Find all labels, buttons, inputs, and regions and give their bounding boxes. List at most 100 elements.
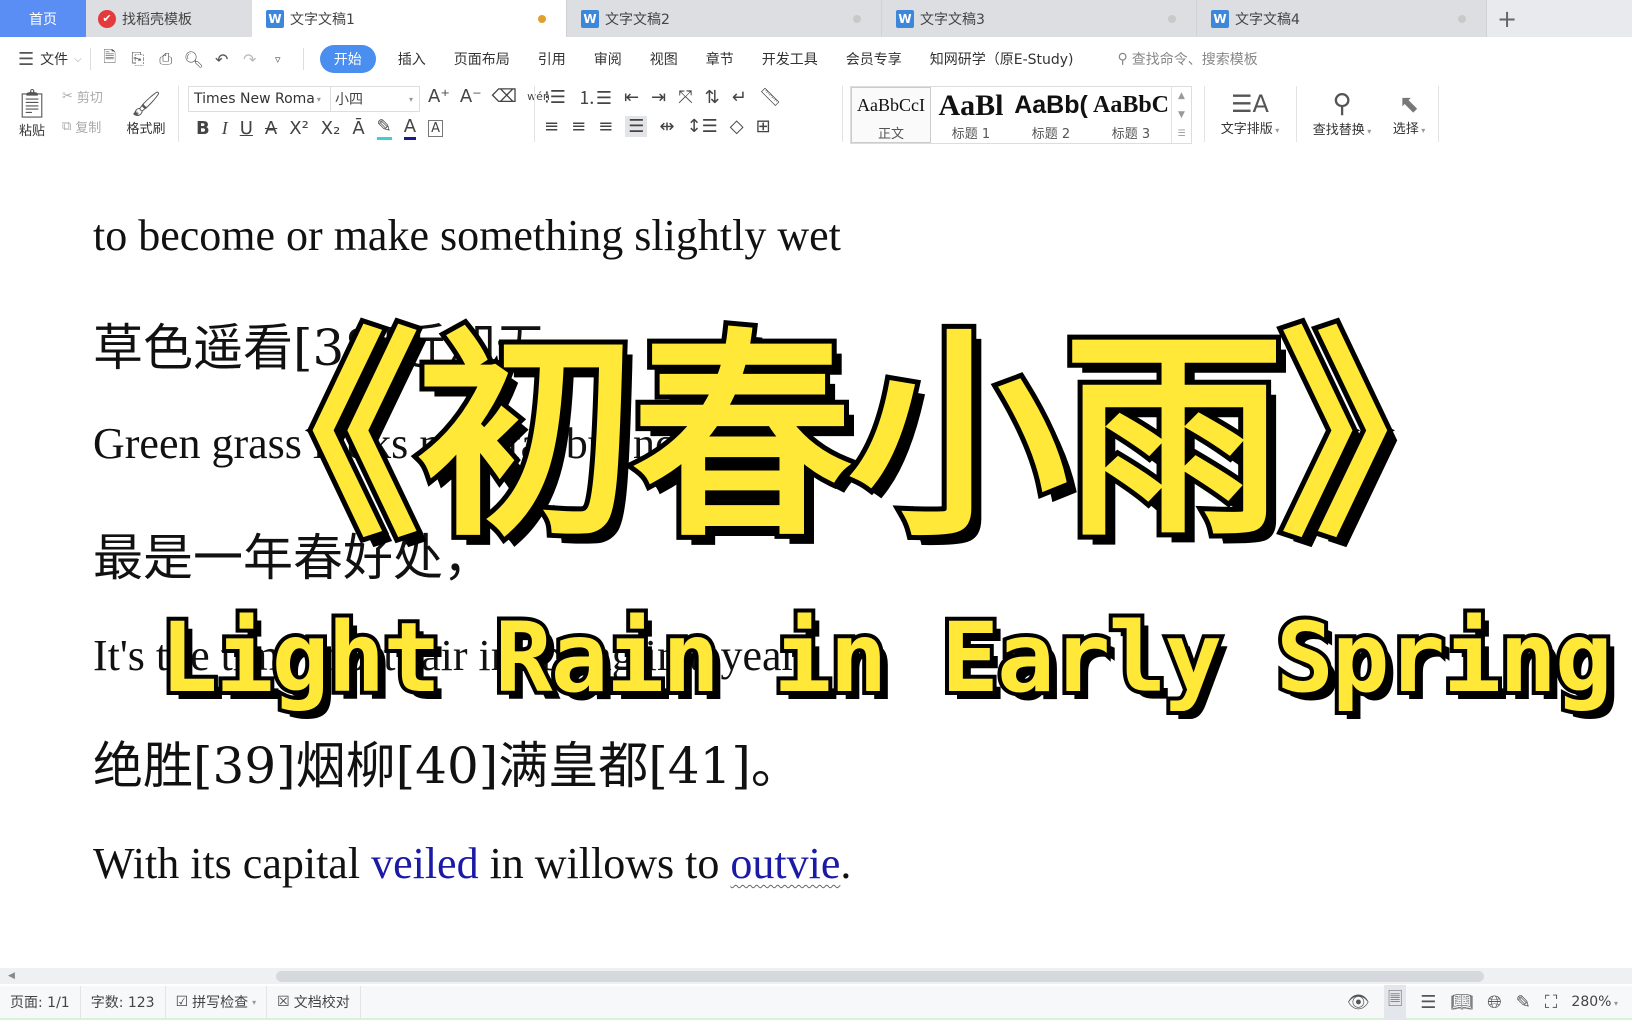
hyperlink-outvie[interactable]: outvie <box>730 839 840 888</box>
word-count[interactable]: 字数: 123 <box>81 986 166 1018</box>
menu-tab-page-layout[interactable]: 页面布局 <box>454 49 510 69</box>
tab-home[interactable]: 首页 <box>0 0 86 37</box>
tab-templates[interactable]: ✔ 找稻壳模板 <box>86 0 252 37</box>
font-color-icon[interactable]: A <box>403 116 417 140</box>
strikethrough-icon[interactable]: A <box>265 118 277 139</box>
outline-view-icon[interactable]: ☰ <box>1420 992 1436 1013</box>
style-normal[interactable]: AaBbCcI 正文 <box>851 87 931 143</box>
numbered-list-icon[interactable]: ⒈☰ <box>578 84 612 110</box>
menu-tab-member[interactable]: 会员专享 <box>846 49 902 69</box>
tab-document-2[interactable]: W 文字文稿2 <box>567 0 882 37</box>
page-indicator[interactable]: 页面: 1/1 <box>0 986 81 1018</box>
increase-indent-icon[interactable]: ⇥ <box>651 87 666 108</box>
copy-button[interactable]: ⧉ 复制 <box>62 114 101 138</box>
menu-tab-view[interactable]: 视图 <box>650 49 678 69</box>
bullet-list-icon[interactable]: ⁝☰ <box>544 87 566 108</box>
style-heading-1[interactable]: AaBl 标题 1 <box>931 87 1011 143</box>
hamburger-icon: ☰ <box>18 48 35 70</box>
align-center-icon[interactable]: ≡ <box>571 116 586 137</box>
doc-proofread-button[interactable]: ☒ 文档校对 <box>267 986 361 1018</box>
tab-document-3[interactable]: W 文字文稿3 <box>882 0 1197 37</box>
char-border-icon[interactable]: A <box>428 119 443 137</box>
tab-document-4[interactable]: W 文字文稿4 <box>1197 0 1487 37</box>
clear-format-icon[interactable]: ⌫ <box>492 86 517 107</box>
style-heading-2[interactable]: AaBb( 标题 2 <box>1011 87 1091 143</box>
scrollbar-thumb[interactable] <box>276 971 1484 982</box>
search-icon: ⚲ <box>1117 51 1128 67</box>
unsaved-dot-icon[interactable] <box>538 14 546 23</box>
command-search[interactable]: ⚲ 查找命令、搜索模板 <box>1118 49 1258 69</box>
page-view-icon[interactable]: 🗏 <box>1383 985 1407 1019</box>
text-effect-icon[interactable]: Ā <box>352 118 364 139</box>
chevron-down-icon[interactable]: ▼ <box>1178 110 1185 120</box>
hyperlink-veiled[interactable]: veiled <box>371 839 479 888</box>
text-layout-button[interactable]: ☰A 文字排版 ▾ <box>1212 82 1288 144</box>
borders-icon[interactable]: ⊞ <box>756 116 771 137</box>
document-page[interactable]: to become or make something slightly wet… <box>0 148 1632 968</box>
select-label: 选择 ▾ <box>1392 121 1426 137</box>
align-right-icon[interactable]: ≡ <box>598 116 613 137</box>
fit-page-icon[interactable]: ⛶ <box>1545 992 1558 1013</box>
chevron-up-icon[interactable]: ▲ <box>1178 91 1185 101</box>
more-styles-icon[interactable]: ☰ <box>1177 129 1185 139</box>
grow-font-icon[interactable]: A⁺ <box>428 86 450 107</box>
format-painter-button[interactable]: 🖌︎ 格式刷 <box>122 82 170 144</box>
font-size-select[interactable]: 小四 ▾ <box>331 87 419 111</box>
justify-icon[interactable]: ☰ <box>625 116 648 137</box>
menu-tab-insert[interactable]: 插入 <box>398 49 426 69</box>
scroll-left-icon[interactable]: ◀ <box>8 971 15 981</box>
redo-icon[interactable]: ↷ <box>239 48 261 70</box>
web-view-icon[interactable]: 🌐︎ <box>1487 992 1501 1013</box>
horizontal-scrollbar[interactable]: ◀ <box>0 968 1632 984</box>
new-tab-button[interactable]: + <box>1487 0 1527 37</box>
menu-tab-developer[interactable]: 开发工具 <box>762 49 818 69</box>
subscript-icon[interactable]: X₂ <box>321 118 341 139</box>
print-icon[interactable]: ⎙ <box>155 48 177 70</box>
font-name-select[interactable]: Times New Roma ▾ <box>189 87 331 111</box>
zoom-level[interactable]: 280% ▾ <box>1571 994 1618 1010</box>
shading-icon[interactable]: ◇ <box>730 116 744 137</box>
chinese-layout-icon[interactable]: ⤧ <box>678 87 692 108</box>
menu-tab-review[interactable]: 审阅 <box>594 49 622 69</box>
save-icon[interactable]: 🗎 <box>99 47 121 70</box>
file-menu[interactable]: ☰ 文件 ⌵ <box>0 49 82 70</box>
menu-tab-chapter[interactable]: 章节 <box>706 49 734 69</box>
menu-tab-references[interactable]: 引用 <box>538 49 566 69</box>
distributed-align-icon[interactable]: ⇹ <box>659 116 674 137</box>
menu-tab-estudy[interactable]: 知网研学（原E-Study) <box>930 49 1074 69</box>
align-left-icon[interactable]: ≡ <box>544 116 559 137</box>
tab-document-1[interactable]: W 文字文稿1 <box>252 0 567 37</box>
tab-close-dot-icon[interactable] <box>1168 14 1176 23</box>
customize-toolbar-icon[interactable]: ▿ <box>267 48 289 70</box>
style-heading-3[interactable]: AaBbC 标题 3 <box>1091 87 1171 143</box>
reading-view-icon[interactable]: 📖︎ <box>1450 992 1473 1013</box>
spell-check-icon: ☑ <box>175 994 189 1010</box>
paste-button[interactable]: 📋︎ 粘贴 <box>12 82 52 144</box>
plus-icon: + <box>1496 4 1518 33</box>
styles-scroll[interactable]: ▲ ▼ ☰ <box>1171 87 1191 143</box>
find-replace-button[interactable]: ⚲ 查找替换 ▾ <box>1304 82 1380 144</box>
paragraph-mark-icon[interactable]: ↵ <box>732 87 747 108</box>
shrink-font-icon[interactable]: A⁻ <box>460 86 482 107</box>
write-mode-icon[interactable]: ✎ <box>1516 992 1531 1013</box>
tab-close-dot-icon[interactable] <box>853 14 861 23</box>
eye-protection-icon[interactable]: 👁︎ <box>1347 992 1370 1013</box>
print-preview-icon[interactable]: 🔍︎ <box>183 48 205 70</box>
ruler-icon[interactable]: 📏︎ <box>759 87 782 108</box>
bold-icon[interactable]: B <box>196 118 210 139</box>
decrease-indent-icon[interactable]: ⇤ <box>624 87 639 108</box>
writer-doc-icon: W <box>1211 9 1229 28</box>
cut-button[interactable]: ✂ 剪切 <box>62 84 103 108</box>
superscript-icon[interactable]: X² <box>289 118 309 139</box>
underline-icon[interactable]: U <box>240 118 253 139</box>
spell-check-button[interactable]: ☑ 拼写检查 ▾ <box>166 986 268 1018</box>
italic-icon[interactable]: I <box>222 118 228 139</box>
select-button[interactable]: ⬉ 选择 ▾ <box>1384 82 1434 144</box>
sort-icon[interactable]: ⇅ <box>705 87 720 108</box>
line-spacing-icon[interactable]: ↕☰ <box>687 116 718 137</box>
menu-tab-home[interactable]: 开始 <box>319 45 376 73</box>
tab-close-dot-icon[interactable] <box>1458 14 1466 23</box>
undo-icon[interactable]: ↶ <box>211 48 233 70</box>
highlight-icon[interactable]: ✎ <box>376 116 392 140</box>
export-pdf-icon[interactable]: ⎘ <box>127 48 149 70</box>
